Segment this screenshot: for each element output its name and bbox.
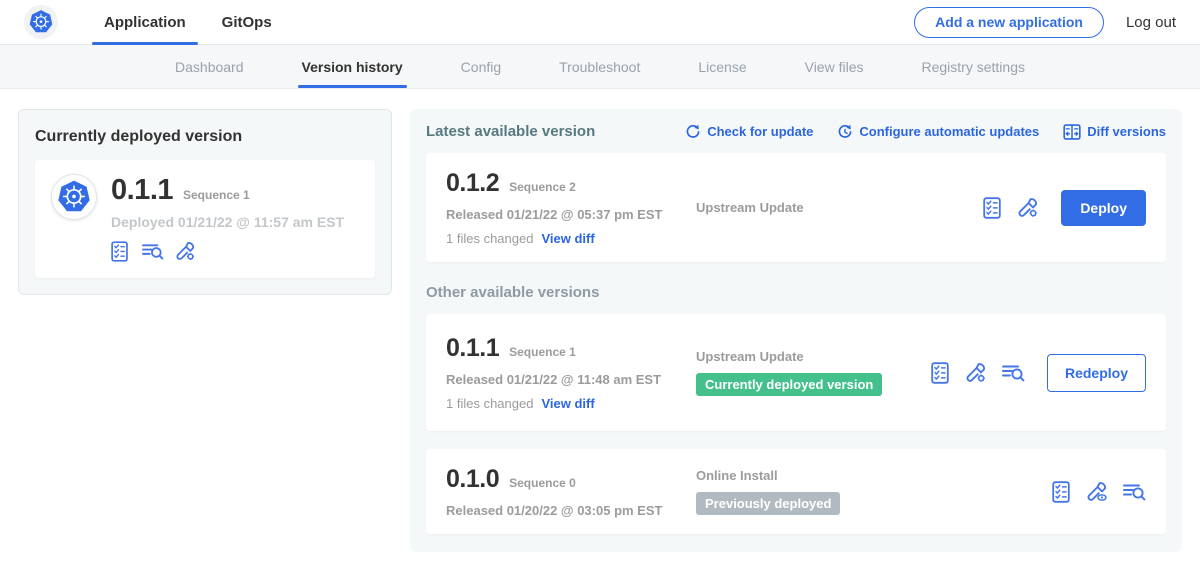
sequence-label: Sequence 2: [509, 180, 576, 194]
tab-registry-settings[interactable]: Registry settings: [922, 45, 1025, 88]
edit-config-icon[interactable]: [175, 241, 196, 262]
currently-deployed-title: Currently deployed version: [35, 128, 375, 146]
version-number: 0.1.1: [446, 334, 499, 363]
deploy-logs-icon[interactable]: [141, 242, 164, 261]
deployed-timestamp: Deployed 01/21/22 @ 11:57 am EST: [111, 214, 344, 230]
edit-config-icon[interactable]: [1017, 197, 1039, 219]
version-row-0-1-2: 0.1.2 Sequence 2 Released 01/21/22 @ 05:…: [426, 153, 1166, 262]
check-for-update-label: Check for update: [707, 124, 813, 139]
release-notes-icon[interactable]: [1052, 481, 1072, 503]
version-source-label: Online Install: [696, 468, 778, 483]
tab-license[interactable]: License: [698, 45, 746, 88]
version-history-panel: Latest available version Check for updat…: [410, 109, 1182, 552]
add-new-application-button[interactable]: Add a new application: [914, 7, 1104, 38]
deploy-logs-icon[interactable]: [1122, 482, 1146, 502]
schedule-update-icon: [837, 124, 853, 140]
tab-config[interactable]: Config: [461, 45, 501, 88]
tab-version-history[interactable]: Version history: [302, 45, 403, 88]
view-config-icon[interactable]: [1086, 481, 1108, 503]
released-timestamp: Released 01/20/22 @ 03:05 pm EST: [446, 503, 696, 518]
release-notes-icon[interactable]: [983, 197, 1003, 219]
diff-icon: [1063, 124, 1081, 140]
other-available-versions-title: Other available versions: [426, 284, 1166, 301]
release-notes-icon[interactable]: [111, 241, 130, 262]
view-diff-link[interactable]: View diff: [541, 231, 594, 246]
tab-application[interactable]: Application: [86, 0, 204, 44]
check-for-update-link[interactable]: Check for update: [685, 124, 813, 140]
version-number: 0.1.2: [446, 169, 499, 198]
tab-view-files[interactable]: View files: [805, 45, 864, 88]
files-changed-label: 1 files changed: [446, 231, 533, 246]
redeploy-button[interactable]: Redeploy: [1047, 354, 1146, 392]
tab-application-label: Application: [104, 14, 186, 31]
diff-versions-link[interactable]: Diff versions: [1063, 124, 1166, 140]
logout-button[interactable]: Log out: [1126, 14, 1176, 31]
version-row-0-1-1: 0.1.1 Sequence 1 Released 01/21/22 @ 11:…: [426, 314, 1166, 431]
deploy-button[interactable]: Deploy: [1061, 190, 1146, 226]
tab-gitops-label: GitOps: [222, 14, 272, 31]
latest-available-title: Latest available version: [426, 123, 595, 140]
header-tabs: Application GitOps: [86, 0, 290, 44]
released-timestamp: Released 01/21/22 @ 11:48 am EST: [446, 372, 696, 387]
files-changed-label: 1 files changed: [446, 396, 533, 411]
diff-versions-label: Diff versions: [1087, 124, 1166, 139]
currently-deployed-card: Currently deployed version 0.1.1 Sequenc…: [18, 109, 392, 295]
release-notes-icon[interactable]: [931, 362, 951, 384]
app-subnav: Dashboard Version history Config Trouble…: [0, 45, 1200, 89]
configure-automatic-updates-label: Configure automatic updates: [859, 124, 1039, 139]
configure-automatic-updates-link[interactable]: Configure automatic updates: [837, 124, 1039, 140]
sequence-label: Sequence 0: [509, 476, 576, 490]
refresh-icon: [685, 124, 701, 140]
currently-deployed-badge: Currently deployed version: [696, 373, 882, 396]
tab-gitops[interactable]: GitOps: [204, 0, 290, 44]
version-source-label: Upstream Update: [696, 349, 804, 364]
app-header: Application GitOps Add a new application…: [0, 0, 1200, 45]
previously-deployed-badge: Previously deployed: [696, 492, 840, 515]
released-timestamp: Released 01/21/22 @ 05:37 pm EST: [446, 207, 696, 222]
version-number: 0.1.0: [446, 465, 499, 494]
kubernetes-logo: [24, 5, 58, 39]
deploy-logs-icon[interactable]: [1001, 363, 1025, 383]
version-source-label: Upstream Update: [696, 200, 804, 215]
sequence-label: Sequence 1: [509, 345, 576, 359]
edit-config-icon[interactable]: [965, 362, 987, 384]
tab-dashboard[interactable]: Dashboard: [175, 45, 244, 88]
version-row-0-1-0: 0.1.0 Sequence 0 Released 01/20/22 @ 03:…: [426, 449, 1166, 534]
tab-troubleshoot[interactable]: Troubleshoot: [559, 45, 640, 88]
currently-deployed-version-card: 0.1.1 Sequence 1 Deployed 01/21/22 @ 11:…: [35, 160, 375, 278]
deployed-version-number: 0.1.1: [111, 174, 173, 207]
view-diff-link[interactable]: View diff: [541, 396, 594, 411]
app-logo: [51, 174, 97, 220]
deployed-sequence-label: Sequence 1: [183, 188, 250, 202]
